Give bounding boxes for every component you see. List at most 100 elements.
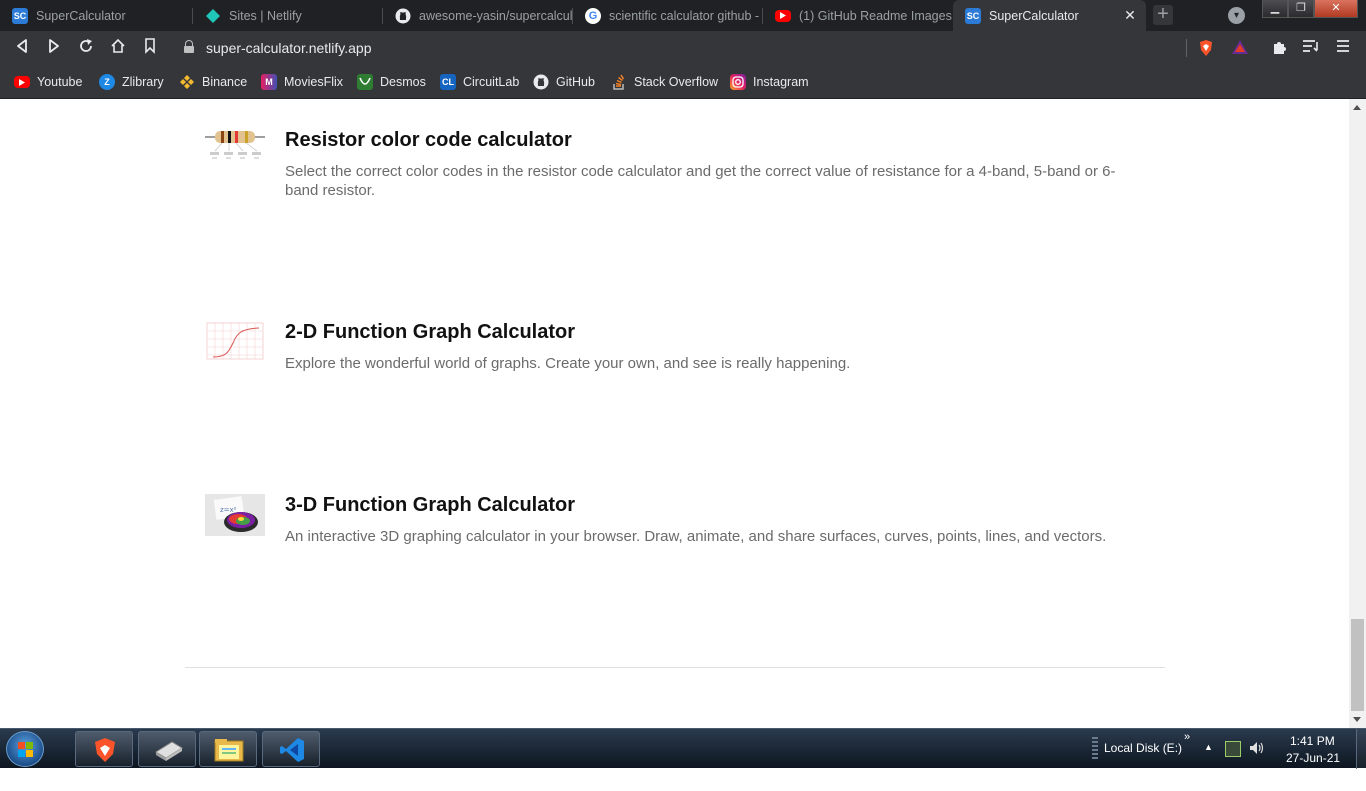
tab-netlify[interactable]: Sites | Netlify: [193, 0, 383, 31]
bookmark-zlibrary[interactable]: Z Zlibrary: [99, 71, 164, 93]
card-description: Explore the wonderful world of graphs. C…: [285, 355, 851, 372]
tab-strip: SC SuperCalculator Sites | Netlify aweso…: [0, 0, 1366, 31]
tab-title: (1) GitHub Readme Images T: [799, 8, 953, 23]
close-window-button[interactable]: ✕: [1314, 0, 1358, 18]
new-tab-button[interactable]: +: [1153, 4, 1173, 25]
github-icon: [533, 74, 549, 90]
tab-title: scientific calculator github - (: [609, 8, 763, 23]
chevron-right-icon[interactable]: »: [1184, 731, 1190, 771]
calculator-card-resistor[interactable]: Resistor color code calculator Select th…: [205, 129, 1155, 209]
show-desktop-button[interactable]: [1356, 729, 1366, 769]
network-icon[interactable]: [1225, 741, 1241, 757]
scroll-up-icon[interactable]: [1353, 105, 1361, 110]
moviesflix-icon: M: [261, 74, 277, 90]
zlibrary-icon: Z: [99, 74, 115, 90]
bookmark-label: MoviesFlix: [284, 75, 344, 89]
show-hidden-icons-icon[interactable]: ▲: [1204, 742, 1213, 782]
home-icon: [111, 38, 125, 53]
taskbar-brave[interactable]: [75, 731, 133, 767]
brave-icon: [95, 738, 115, 762]
tab-github[interactable]: awesome-yasin/supercalcula: [383, 0, 573, 31]
tab-title: Sites | Netlify: [229, 8, 302, 23]
lock-icon[interactable]: [184, 40, 194, 53]
google-icon: G: [585, 7, 601, 24]
card-title[interactable]: 2-D Function Graph Calculator: [285, 321, 575, 344]
footer-divider: [185, 667, 1165, 668]
bookmark-github[interactable]: GitHub: [533, 71, 595, 93]
card-title[interactable]: Resistor color code calculator: [285, 129, 572, 152]
keyboard-icon: [155, 741, 183, 761]
extensions-icon[interactable]: [1270, 39, 1288, 57]
graph-2d-icon: [205, 321, 265, 363]
bookmark-label: Binance: [202, 75, 248, 89]
bookmark-label: CircuitLab: [463, 75, 520, 89]
bookmark-instagram[interactable]: Instagram: [730, 71, 809, 93]
bookmark-circuitlab[interactable]: CL CircuitLab: [440, 71, 519, 93]
page-content: Resistor color code calculator Select th…: [0, 99, 1349, 728]
reload-icon: [80, 39, 92, 52]
taskbar-keyboard-app[interactable]: [138, 731, 196, 767]
sc-icon: SC: [12, 7, 28, 24]
bookmark-icon: [145, 38, 155, 54]
close-tab-icon[interactable]: ✕: [1122, 7, 1138, 23]
bookmark-label: Stack Overflow: [634, 75, 719, 89]
svg-text:z=x²: z=x²: [220, 506, 237, 514]
windows-logo-icon: [18, 742, 34, 758]
taskbar-file-explorer[interactable]: [199, 731, 257, 767]
tab-supercalculator-1[interactable]: SC SuperCalculator: [0, 0, 193, 31]
brave-shields-icon[interactable]: [1197, 39, 1215, 57]
forward-button[interactable]: [44, 38, 64, 58]
tab-supercalculator-active[interactable]: SC SuperCalculator ✕: [953, 0, 1146, 31]
bookmark-label: Zlibrary: [122, 75, 164, 89]
minimize-button[interactable]: ▁: [1262, 0, 1288, 18]
reload-button[interactable]: [76, 38, 96, 58]
reading-list-icon[interactable]: [1302, 39, 1320, 57]
netlify-icon: [205, 8, 221, 24]
file-explorer-icon: [214, 739, 244, 762]
bookmark-label: Desmos: [380, 75, 426, 89]
youtube-icon: [14, 76, 30, 88]
desmos-icon: [357, 74, 373, 90]
sc-icon: SC: [965, 7, 981, 24]
bookmark-label: Youtube: [37, 75, 83, 89]
bookmark-label: GitHub: [556, 75, 595, 89]
resistor-icon: [205, 129, 265, 171]
scroll-down-icon[interactable]: [1353, 717, 1361, 722]
clock-date[interactable]: 27-Jun-21: [1286, 751, 1340, 791]
start-button[interactable]: [6, 731, 44, 767]
back-button[interactable]: [12, 38, 32, 58]
tab-google-search[interactable]: G scientific calculator github - (: [573, 0, 763, 31]
maximize-button[interactable]: ❐: [1288, 0, 1314, 18]
scrollbar-thumb[interactable]: [1351, 619, 1364, 711]
volume-icon[interactable]: [1249, 740, 1265, 780]
home-button[interactable]: [108, 38, 128, 58]
stack-overflow-icon: [611, 74, 627, 90]
calculator-card-2d-graph[interactable]: 2-D Function Graph Calculator Explore th…: [205, 321, 1155, 391]
bookmark-button[interactable]: [140, 38, 160, 58]
address-bar[interactable]: super-calculator.netlify.app: [170, 34, 1190, 62]
bookmark-label: Instagram: [753, 75, 809, 89]
calculator-card-3d-graph[interactable]: z=x² 3-D Function Graph Calculator An in…: [205, 494, 1155, 564]
bookmark-desmos[interactable]: Desmos: [357, 71, 426, 93]
back-icon: [17, 39, 27, 53]
drive-label[interactable]: Local Disk (E:): [1104, 741, 1182, 781]
graph-3d-icon: z=x²: [205, 494, 265, 536]
card-description: Select the correct color codes in the re…: [285, 163, 1116, 199]
tab-title: SuperCalculator: [36, 8, 126, 23]
url-text[interactable]: super-calculator.netlify.app: [206, 40, 372, 56]
tab-youtube[interactable]: (1) GitHub Readme Images T: [763, 0, 953, 31]
brave-rewards-icon[interactable]: [1231, 39, 1249, 57]
page-scrollbar[interactable]: [1349, 99, 1366, 728]
circuitlab-icon: CL: [440, 74, 456, 90]
github-icon: [395, 8, 411, 24]
bookmark-stack-overflow[interactable]: Stack Overflow: [611, 71, 718, 93]
card-title[interactable]: 3-D Function Graph Calculator: [285, 494, 575, 517]
tab-search-icon[interactable]: ▾: [1228, 7, 1245, 24]
browser-toolbar: super-calculator.netlify.app: [0, 31, 1366, 65]
card-description: An interactive 3D graphing calculator in…: [285, 528, 1107, 545]
bookmark-moviesflix[interactable]: M MoviesFlix: [261, 71, 343, 93]
bookmark-binance[interactable]: Binance: [179, 71, 247, 93]
menu-icon[interactable]: [1334, 39, 1352, 57]
taskbar-vscode[interactable]: [262, 731, 320, 767]
bookmark-youtube[interactable]: Youtube: [14, 71, 82, 93]
